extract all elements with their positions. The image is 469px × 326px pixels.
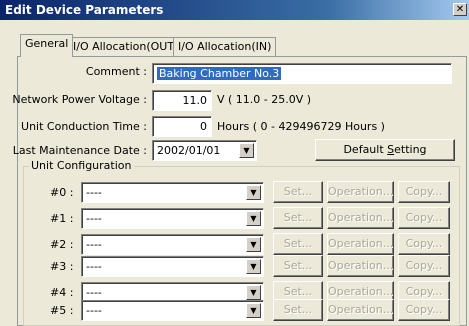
unit-row-label: #0 : — [50, 186, 74, 199]
unit-1-set-button[interactable]: Set... — [273, 207, 323, 229]
unit-0-combo[interactable]: ---- ▼ — [81, 182, 264, 203]
dropdown-arrow-icon[interactable]: ▼ — [246, 237, 261, 252]
unit-row-label: #3 : — [50, 260, 74, 273]
unit-1-value: ---- — [86, 212, 102, 225]
conduction-field[interactable]: 0 — [152, 116, 212, 137]
dropdown-arrow-icon[interactable]: ▼ — [246, 185, 261, 200]
dropdown-arrow-icon[interactable]: ▼ — [246, 303, 261, 318]
unit-3-copy-button[interactable]: Copy... — [398, 255, 450, 277]
tab-io-allocation-in[interactable]: I/O Allocation(IN) — [173, 37, 277, 56]
dropdown-arrow-icon[interactable]: ▼ — [246, 259, 261, 274]
unit-5-set-button[interactable]: Set... — [273, 299, 323, 321]
unit-row-label: #4 : — [50, 286, 74, 299]
voltage-range: V ( 11.0 - 25.0V ) — [217, 93, 312, 106]
default-setting-label-prefix: Default — [343, 143, 388, 156]
unit-1-copy-button[interactable]: Copy... — [398, 207, 450, 229]
unit-row-label: #1 : — [50, 212, 74, 225]
default-setting-label-suffix: etting — [394, 143, 427, 156]
unit-0-set-button[interactable]: Set... — [273, 181, 323, 203]
comment-label: Comment : — [85, 65, 147, 78]
conduction-label: Unit Conduction Time : — [21, 120, 147, 133]
dropdown-arrow-icon[interactable]: ▼ — [246, 211, 261, 226]
comment-field[interactable]: Baking Chamber No.3 — [152, 63, 452, 84]
comment-value: Baking Chamber No.3 — [157, 67, 282, 80]
unit-3-set-button[interactable]: Set... — [273, 255, 323, 277]
tab-io-allocation-out[interactable]: I/O Allocation(OUT) — [68, 37, 184, 56]
window-title: Edit Device Parameters — [5, 3, 164, 17]
unit-5-value: ---- — [86, 304, 102, 317]
conduction-range: Hours ( 0 - 429496729 Hours ) — [217, 120, 385, 133]
unit-3-value: ---- — [86, 260, 102, 273]
maintenance-date-value: 2002/01/01 — [157, 144, 221, 157]
unit-2-value: ---- — [86, 238, 102, 251]
maintenance-label: Last Maintenance Date : — [12, 144, 147, 157]
unit-5-operation-button[interactable]: Operation... — [327, 299, 394, 321]
unit-0-copy-button[interactable]: Copy... — [398, 181, 450, 203]
unit-0-operation-button[interactable]: Operation... — [327, 181, 394, 203]
title-bar: Edit Device Parameters ✕ — [0, 0, 469, 20]
unit-configuration-title: Unit Configuration — [29, 159, 134, 172]
unit-1-operation-button[interactable]: Operation... — [327, 207, 394, 229]
unit-3-operation-button[interactable]: Operation... — [327, 255, 394, 277]
unit-row-label: #5 : — [50, 304, 74, 317]
unit-5-combo[interactable]: ---- ▼ — [81, 300, 264, 321]
unit-1-combo[interactable]: ---- ▼ — [81, 208, 264, 229]
unit-2-copy-button[interactable]: Copy... — [398, 233, 450, 255]
voltage-label: Network Power Voltage : — [12, 93, 147, 106]
voltage-field[interactable]: 11.0 — [152, 90, 212, 111]
maintenance-date-combo[interactable]: 2002/01/01 ▼ — [152, 140, 257, 161]
unit-3-combo[interactable]: ---- ▼ — [81, 256, 264, 277]
unit-2-combo[interactable]: ---- ▼ — [81, 234, 264, 255]
unit-5-copy-button[interactable]: Copy... — [398, 299, 450, 321]
tab-general[interactable]: General — [20, 34, 74, 57]
unit-2-operation-button[interactable]: Operation... — [327, 233, 394, 255]
unit-2-set-button[interactable]: Set... — [273, 233, 323, 255]
dropdown-arrow-icon[interactable]: ▼ — [239, 143, 254, 158]
unit-0-value: ---- — [86, 186, 102, 199]
close-button[interactable]: ✕ — [453, 3, 467, 16]
unit-row-label: #2 : — [50, 238, 74, 251]
dropdown-arrow-icon[interactable]: ▼ — [246, 285, 261, 300]
default-setting-button[interactable]: Default Setting — [315, 139, 455, 161]
